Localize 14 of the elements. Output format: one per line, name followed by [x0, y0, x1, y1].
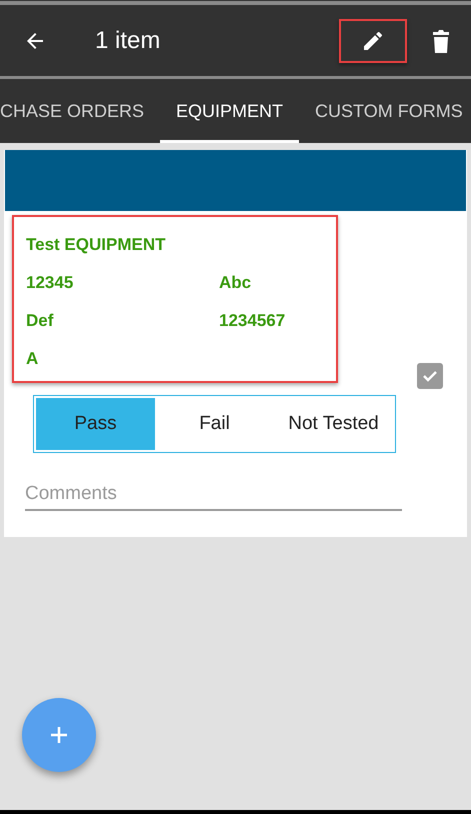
equipment-field: A: [26, 349, 219, 369]
plus-icon: [48, 724, 70, 746]
checkbox[interactable]: [417, 363, 443, 389]
equipment-name: Test EQUIPMENT: [26, 235, 166, 255]
tab[interactable]: CHASE ORDERS: [0, 79, 160, 143]
tab[interactable]: EQUIPMENT: [160, 79, 300, 143]
equipment-field: 1234567: [219, 311, 326, 331]
equipment-field: Abc: [219, 273, 326, 293]
tab[interactable]: CUSTOM FORMS: [299, 79, 471, 143]
edit-icon[interactable]: [339, 18, 407, 62]
result-option[interactable]: Pass: [36, 398, 155, 450]
equipment-field: Def: [26, 311, 219, 331]
equipment-field: 12345: [26, 273, 219, 293]
toolbar-title: 1 item: [95, 26, 160, 54]
